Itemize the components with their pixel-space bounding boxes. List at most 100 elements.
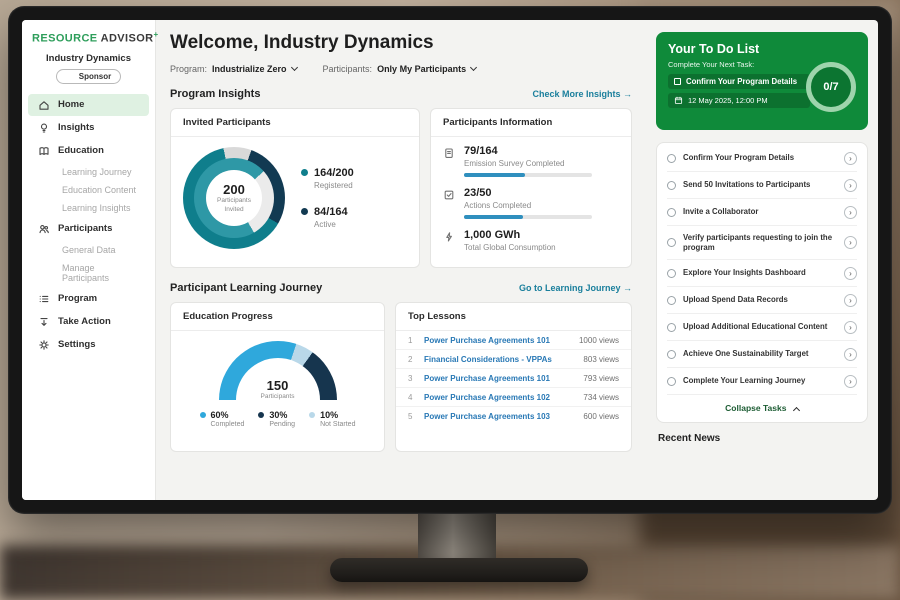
legend-item: 84/164 Active bbox=[301, 206, 354, 229]
lesson-row: 3 Power Purchase Agreements 101 793 view… bbox=[396, 369, 631, 388]
task-row-verify-participants[interactable]: Verify participants requesting to join t… bbox=[667, 226, 857, 260]
legend-value: 164/200 bbox=[314, 167, 354, 179]
chevron-right-icon[interactable]: › bbox=[844, 375, 857, 388]
lesson-link[interactable]: Power Purchase Agreements 102 bbox=[424, 393, 575, 402]
list-icon bbox=[38, 293, 50, 305]
lesson-views: 1000 views bbox=[579, 336, 619, 345]
task-row-invite-collaborator[interactable]: Invite a Collaborator › bbox=[667, 199, 857, 226]
sidebar-item-insights[interactable]: Insights bbox=[28, 117, 149, 139]
people-icon bbox=[38, 223, 50, 235]
task-checkbox-icon[interactable] bbox=[667, 350, 676, 359]
todo-title: Your To Do List bbox=[668, 42, 856, 56]
legend-dot bbox=[301, 208, 308, 215]
task-row-confirm-program[interactable]: Confirm Your Program Details › bbox=[667, 145, 857, 172]
sponsor-badge[interactable]: Sponsor bbox=[56, 69, 121, 84]
todo-next-task-label: Confirm Your Program Details bbox=[686, 77, 797, 86]
info-row: 23/50 Actions Completed bbox=[431, 179, 631, 221]
participants-filter[interactable]: Participants:Only My Participants bbox=[323, 64, 477, 74]
lesson-rank: 4 bbox=[408, 393, 416, 402]
task-row-complete-learning-journey[interactable]: Complete Your Learning Journey › bbox=[667, 368, 857, 395]
task-checkbox-icon[interactable] bbox=[667, 154, 676, 163]
chevron-right-icon[interactable]: › bbox=[844, 348, 857, 361]
task-checkbox-icon[interactable] bbox=[667, 269, 676, 278]
lesson-rank: 1 bbox=[408, 336, 416, 345]
lesson-rank: 2 bbox=[408, 355, 416, 364]
go-to-learning-journey-link[interactable]: Go to Learning Journey → bbox=[519, 283, 632, 293]
legend-label: Not Started bbox=[320, 421, 355, 428]
task-checkbox-icon[interactable] bbox=[667, 238, 676, 247]
sidebar-item-take-action[interactable]: Take Action bbox=[28, 311, 149, 333]
sidebar-item-learning-journey[interactable]: Learning Journey bbox=[28, 163, 149, 181]
task-checkbox-icon[interactable] bbox=[667, 208, 676, 217]
legend-item: 60% Completed bbox=[200, 410, 245, 428]
chevron-up-icon bbox=[793, 407, 800, 414]
checkbox-icon[interactable] bbox=[674, 78, 681, 85]
chevron-right-icon[interactable]: › bbox=[844, 236, 857, 249]
sidebar-item-label: Home bbox=[58, 99, 84, 110]
donut-center-label: Participants Invited bbox=[212, 197, 256, 214]
task-row-achieve-target[interactable]: Achieve One Sustainability Target › bbox=[667, 341, 857, 368]
sidebar-item-settings[interactable]: Settings bbox=[28, 334, 149, 356]
sidebar-item-education[interactable]: Education bbox=[28, 140, 149, 162]
link-label: Check More Insights bbox=[532, 89, 620, 99]
chevron-right-icon[interactable]: › bbox=[844, 152, 857, 165]
lesson-link[interactable]: Power Purchase Agreements 101 bbox=[424, 336, 571, 345]
lesson-link[interactable]: Power Purchase Agreements 101 bbox=[424, 374, 575, 383]
donut-center-value: 200 bbox=[223, 182, 245, 197]
todo-summary-card: Your To Do List Complete Your Next Task:… bbox=[656, 32, 868, 130]
task-row-upload-educational-content[interactable]: Upload Additional Educational Content › bbox=[667, 314, 857, 341]
sidebar-item-program[interactable]: Program bbox=[28, 288, 149, 310]
sidebar-item-manage-participants[interactable]: Manage Participants bbox=[28, 259, 149, 287]
chevron-glyph: › bbox=[849, 181, 852, 190]
task-row-explore-insights[interactable]: Explore Your Insights Dashboard › bbox=[667, 260, 857, 287]
collapse-tasks-label: Collapse Tasks bbox=[725, 403, 786, 413]
task-checkbox-icon[interactable] bbox=[667, 296, 676, 305]
todo-due-date: 12 May 2025, 12:00 PM bbox=[668, 93, 810, 108]
lesson-link[interactable]: Financial Considerations - VPPAs bbox=[424, 355, 575, 364]
legend-label: Registered bbox=[314, 181, 354, 190]
chevron-right-icon[interactable]: › bbox=[844, 267, 857, 280]
org-name: Industry Dynamics bbox=[22, 53, 155, 64]
gear-icon bbox=[38, 339, 50, 351]
task-row-send-invitations[interactable]: Send 50 Invitations to Participants › bbox=[667, 172, 857, 199]
progress-fill bbox=[464, 215, 523, 219]
card-title: Participants Information bbox=[431, 109, 631, 137]
sidebar-item-learning-insights[interactable]: Learning Insights bbox=[28, 199, 149, 217]
chevron-right-icon[interactable]: › bbox=[844, 179, 857, 192]
info-label: Total Global Consumption bbox=[464, 243, 556, 252]
legend-dot bbox=[258, 412, 264, 418]
program-filter[interactable]: Program:Industrialize Zero bbox=[170, 64, 297, 74]
task-checkbox-icon[interactable] bbox=[667, 181, 676, 190]
sidebar-item-label: Take Action bbox=[58, 316, 111, 327]
gauge-legend: 60% Completed 30% Pending 10% Not Starte… bbox=[200, 410, 356, 428]
task-checkbox-icon[interactable] bbox=[667, 323, 676, 332]
progress-fill bbox=[464, 173, 525, 177]
sidebar-item-general-data[interactable]: General Data bbox=[28, 241, 149, 259]
donut-legend: 164/200 Registered 84/164 Active bbox=[301, 167, 354, 229]
lesson-rank: 5 bbox=[408, 412, 416, 421]
task-label: Invite a Collaborator bbox=[683, 207, 837, 217]
lesson-link[interactable]: Power Purchase Agreements 103 bbox=[424, 412, 575, 421]
invited-participants-card: Invited Participants 200 Participants In… bbox=[170, 108, 420, 268]
check-more-insights-link[interactable]: Check More Insights → bbox=[532, 89, 632, 99]
progress-bar bbox=[464, 173, 592, 177]
page-title: Welcome, Industry Dynamics bbox=[170, 32, 632, 54]
monitor-stand-base bbox=[330, 558, 588, 582]
education-progress-card: Education Progress 150 Participants 60% … bbox=[170, 302, 385, 452]
sidebar-item-education-content[interactable]: Education Content bbox=[28, 181, 149, 199]
monitor-stand-neck bbox=[418, 512, 496, 562]
book-icon bbox=[38, 145, 50, 157]
gauge-center-label: Participants bbox=[219, 393, 337, 400]
collapse-tasks-link[interactable]: Collapse Tasks bbox=[667, 395, 857, 420]
chevron-right-icon[interactable]: › bbox=[844, 321, 857, 334]
info-row: 79/164 Emission Survey Completed bbox=[431, 137, 631, 179]
task-row-upload-spend-data[interactable]: Upload Spend Data Records › bbox=[667, 287, 857, 314]
sidebar-item-home[interactable]: Home bbox=[28, 94, 149, 116]
sponsor-badge-label: Sponsor bbox=[79, 72, 111, 81]
task-checkbox-icon[interactable] bbox=[667, 377, 676, 386]
education-progress-gauge-chart: 150 Participants bbox=[219, 341, 337, 400]
todo-next-task[interactable]: Confirm Your Program Details bbox=[668, 74, 810, 89]
chevron-right-icon[interactable]: › bbox=[844, 294, 857, 307]
chevron-right-icon[interactable]: › bbox=[844, 206, 857, 219]
sidebar-item-participants[interactable]: Participants bbox=[28, 218, 149, 240]
